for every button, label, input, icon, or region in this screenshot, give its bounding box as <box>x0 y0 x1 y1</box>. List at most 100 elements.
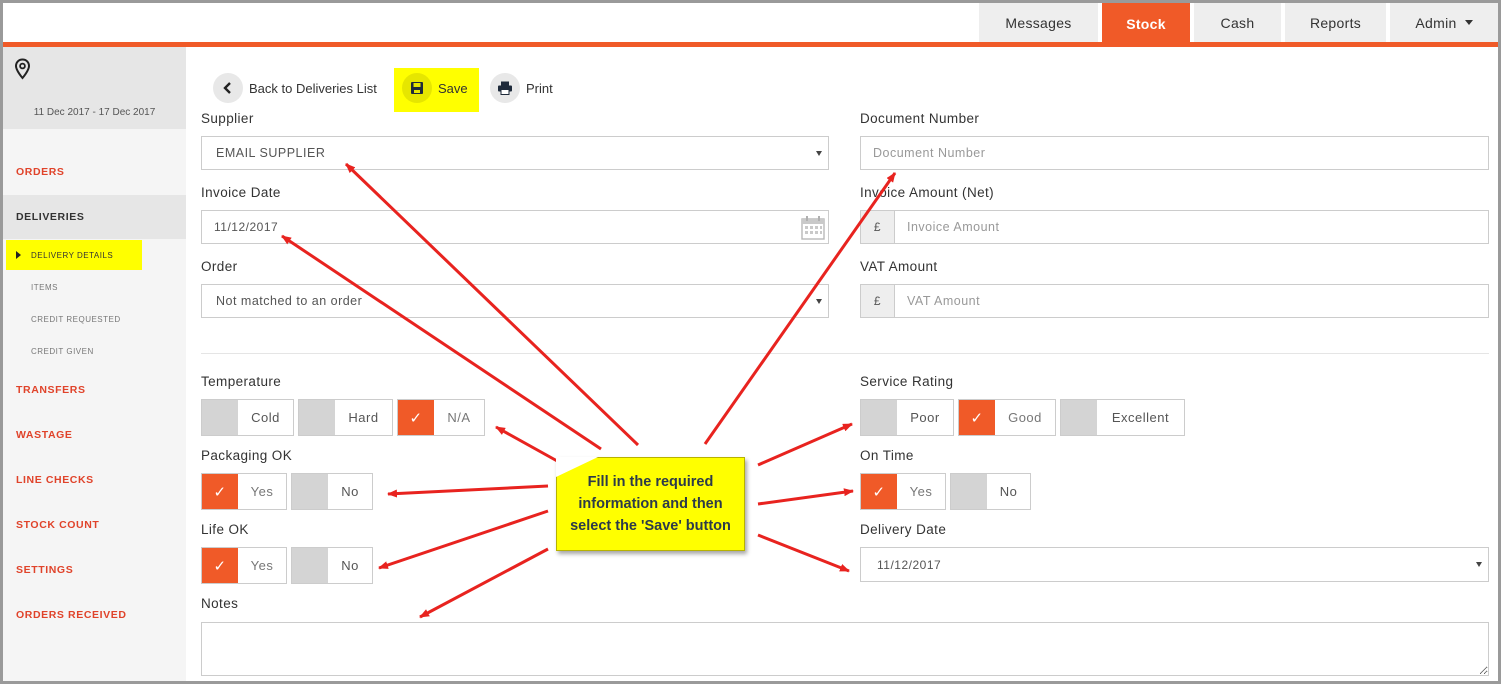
ontime-no-toggle[interactable]: No <box>950 473 1031 510</box>
back-button[interactable]: Back to Deliveries List <box>213 73 377 103</box>
temperature-hard-toggle[interactable]: Hard <box>298 399 393 436</box>
order-value: Not matched to an order <box>216 294 363 308</box>
location-panel: 11 Dec 2017 - 17 Dec 2017 <box>3 47 186 129</box>
arrow-on-time <box>757 488 854 506</box>
check-icon: ✓ <box>959 400 995 435</box>
invoice-amount-input[interactable]: £ Invoice Amount <box>860 210 1489 244</box>
chevron-down-icon <box>1464 20 1473 25</box>
toggle-box <box>861 400 897 435</box>
life-yes-toggle[interactable]: ✓ Yes <box>201 547 287 584</box>
delivery-date-value: 11/12/2017 <box>877 557 942 572</box>
arrow-notes <box>419 547 549 619</box>
save-button[interactable]: Save <box>402 73 468 103</box>
supplier-select[interactable]: EMAIL SUPPLIER <box>201 136 829 170</box>
life-no-label: No <box>341 558 359 573</box>
arrow-delivery-date <box>757 533 850 573</box>
supplier-label: Supplier <box>201 111 254 126</box>
packaging-no-label: No <box>341 484 359 499</box>
invoice-amount-placeholder: Invoice Amount <box>907 220 1000 234</box>
select-caret-icon <box>816 299 822 304</box>
sidebar-subitem-items[interactable]: ITEMS <box>31 283 58 292</box>
life-ok-label: Life OK <box>201 522 249 537</box>
sidebar-item-line-checks[interactable]: LINE CHECKS <box>16 474 94 486</box>
packaging-no-toggle[interactable]: No <box>291 473 373 510</box>
notes-textarea[interactable] <box>201 622 1489 676</box>
save-button-label: Save <box>438 80 468 96</box>
map-pin-icon[interactable] <box>14 58 31 80</box>
tab-reports[interactable]: Reports <box>1285 3 1386 42</box>
document-number-input[interactable]: Document Number <box>860 136 1489 170</box>
tab-admin[interactable]: Admin <box>1390 3 1498 42</box>
delivery-date-select[interactable]: 11/12/2017 <box>860 547 1489 582</box>
check-icon: ✓ <box>202 548 238 583</box>
print-button-label: Print <box>526 80 553 96</box>
sidebar-item-stock-count[interactable]: STOCK COUNT <box>16 519 99 531</box>
temperature-cold-toggle[interactable]: Cold <box>201 399 294 436</box>
sidebar-item-deliveries[interactable]: DELIVERIES <box>16 211 84 223</box>
vat-amount-input[interactable]: £ VAT Amount <box>860 284 1489 318</box>
order-label: Order <box>201 259 238 274</box>
invoice-date-input[interactable]: 11/12/2017 <box>201 210 829 244</box>
print-button[interactable]: Print <box>490 73 553 103</box>
invoice-date-label: Invoice Date <box>201 185 281 200</box>
sidebar-item-transfers[interactable]: TRANSFERS <box>16 384 86 396</box>
tab-reports-label: Reports <box>1309 14 1362 31</box>
invoice-amount-label: Invoice Amount (Net) <box>860 185 995 200</box>
notes-label: Notes <box>201 596 239 611</box>
sidebar-subitem-delivery-details[interactable]: DELIVERY DETAILS <box>31 251 113 260</box>
date-range[interactable]: 11 Dec 2017 - 17 Dec 2017 <box>3 107 186 118</box>
toggle-box <box>292 474 328 509</box>
vat-amount-placeholder: VAT Amount <box>907 294 981 308</box>
life-no-toggle[interactable]: No <box>291 547 373 584</box>
sidebar-item-orders-received[interactable]: ORDERS RECEIVED <box>16 609 127 621</box>
tab-messages[interactable]: Messages <box>979 3 1098 42</box>
sidebar-subitem-credit-given[interactable]: CREDIT GIVEN <box>31 347 94 356</box>
app-window: Messages Stock Cash Reports Admin 11 Dec… <box>0 0 1501 684</box>
printer-icon <box>490 73 520 103</box>
select-caret-icon <box>1476 562 1482 567</box>
sidebar-item-orders[interactable]: ORDERS <box>16 166 65 178</box>
toggle-box <box>951 474 987 509</box>
packaging-ok-label: Packaging OK <box>201 448 293 463</box>
instruction-callout: Fill in the required information and the… <box>556 457 745 551</box>
order-select[interactable]: Not matched to an order <box>201 284 829 318</box>
life-yes-label: Yes <box>250 558 274 573</box>
on-time-label: On Time <box>860 448 914 463</box>
calendar-icon[interactable] <box>801 215 825 240</box>
tab-cash-label: Cash <box>1220 14 1255 31</box>
callout-fold <box>556 457 598 477</box>
sidebar: 11 Dec 2017 - 17 Dec 2017 ORDERS DELIVER… <box>3 47 186 681</box>
floppy-disk-icon <box>402 73 432 103</box>
service-poor-toggle[interactable]: Poor <box>860 399 954 436</box>
temperature-na-label: N/A <box>447 410 471 425</box>
invoice-date-value: 11/12/2017 <box>214 220 279 234</box>
select-caret-icon <box>816 151 822 156</box>
check-icon: ✓ <box>202 474 238 509</box>
arrow-packaging <box>387 484 549 498</box>
tab-messages-label: Messages <box>1005 14 1072 31</box>
document-number-placeholder: Document Number <box>873 146 986 160</box>
sidebar-item-settings[interactable]: SETTINGS <box>16 564 73 576</box>
ontime-yes-toggle[interactable]: ✓ Yes <box>860 473 946 510</box>
service-good-toggle[interactable]: ✓ Good <box>958 399 1056 436</box>
toggle-box <box>299 400 335 435</box>
vat-amount-label: VAT Amount <box>860 259 938 274</box>
service-poor-label: Poor <box>910 410 940 425</box>
toggle-box <box>202 400 238 435</box>
sidebar-subitem-credit-requested[interactable]: CREDIT REQUESTED <box>31 315 121 324</box>
ontime-no-label: No <box>999 484 1018 499</box>
arrow-life <box>378 509 549 570</box>
service-rating-label: Service Rating <box>860 374 954 389</box>
packaging-yes-toggle[interactable]: ✓ Yes <box>201 473 287 510</box>
check-icon: ✓ <box>861 474 897 509</box>
temperature-na-toggle[interactable]: ✓ N/A <box>397 399 485 436</box>
packaging-yes-label: Yes <box>250 484 274 499</box>
tab-stock[interactable]: Stock <box>1102 3 1190 44</box>
tab-cash[interactable]: Cash <box>1194 3 1281 42</box>
toggle-box <box>292 548 328 583</box>
service-excellent-label: Excellent <box>1111 410 1170 425</box>
tab-stock-label: Stock <box>1126 15 1166 32</box>
service-excellent-toggle[interactable]: Excellent <box>1060 399 1185 436</box>
sidebar-item-wastage[interactable]: WASTAGE <box>16 429 73 441</box>
delivery-date-label: Delivery Date <box>860 522 947 537</box>
